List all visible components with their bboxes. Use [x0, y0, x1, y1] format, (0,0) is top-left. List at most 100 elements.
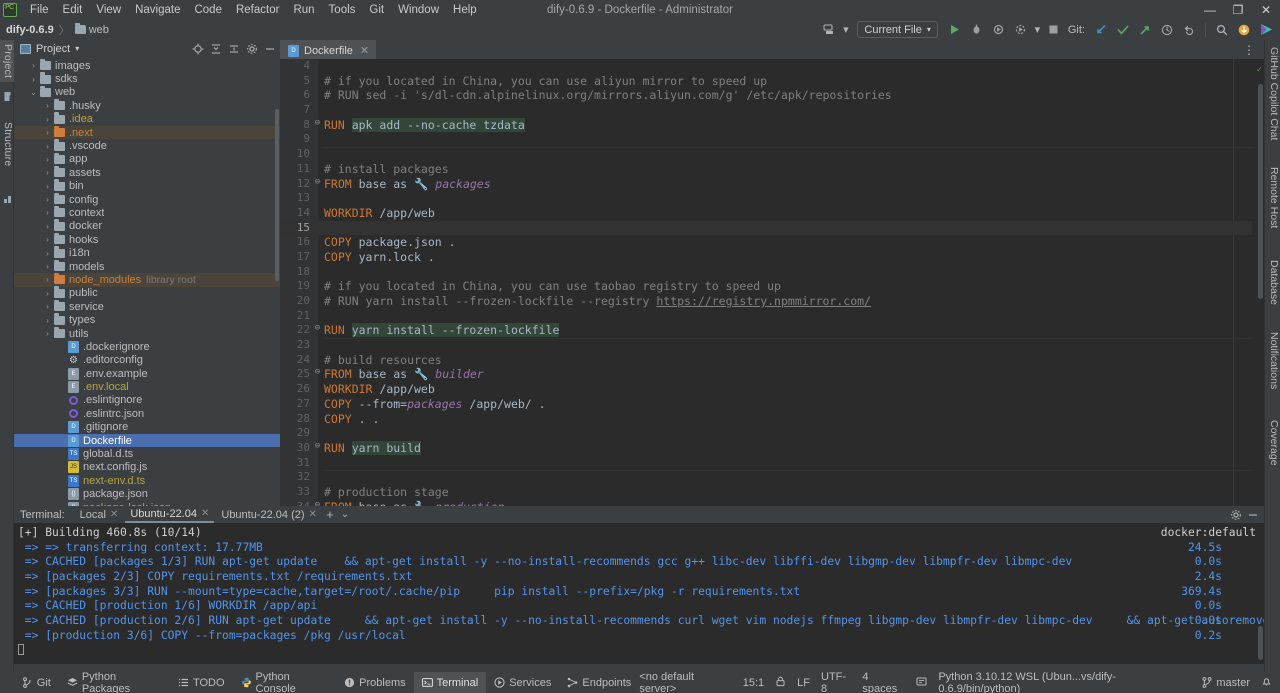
tree-item-next-config-js[interactable]: JS next.config.js	[14, 461, 280, 474]
tree-expand-arrow[interactable]: ›	[42, 302, 53, 311]
menu-item-git[interactable]: Git	[362, 2, 391, 18]
tree-expand-arrow[interactable]: ›	[42, 182, 53, 191]
close-terminal-tab-icon[interactable]: ✕	[201, 508, 209, 519]
tree-item-service[interactable]: › service	[14, 299, 280, 313]
close-button[interactable]: ✕	[1252, 0, 1280, 19]
tree-expand-arrow[interactable]: ›	[42, 115, 53, 124]
code-line[interactable]: 27 COPY --from=packages /app/web/ .	[280, 397, 1264, 412]
ai-assistant-icon[interactable]	[1256, 21, 1276, 39]
code-editor[interactable]: 4 5 # if you located in China, you can use…	[280, 59, 1264, 506]
fold-marker[interactable]: ⊖	[313, 323, 322, 333]
editor-tab-dockerfile[interactable]: D Dockerfile ✕	[280, 40, 377, 59]
tree-item--vscode[interactable]: › .vscode	[14, 139, 280, 152]
tree-item-types[interactable]: › types	[14, 313, 280, 326]
code-line[interactable]: 13	[280, 191, 1264, 206]
tree-expand-arrow[interactable]: ›	[28, 61, 39, 70]
tree-item-public[interactable]: › public	[14, 286, 280, 300]
device-dropdown-icon[interactable]: ▾	[841, 21, 850, 39]
breadcrumb-project[interactable]: dify-0.6.9	[6, 24, 54, 36]
tree-item--env-example[interactable]: E .env.example	[14, 367, 280, 380]
add-terminal-button[interactable]: +	[322, 507, 338, 523]
terminal-tab-ubuntu-22-04[interactable]: Ubuntu-22.04 ✕	[125, 507, 215, 523]
tree-item-assets[interactable]: › assets	[14, 165, 280, 179]
tool-button-python-packages[interactable]: Python Packages	[59, 671, 170, 693]
collapse-all-icon[interactable]	[207, 41, 224, 57]
fold-marker[interactable]: ⊖	[313, 441, 322, 451]
tree-expand-arrow[interactable]: ›	[42, 168, 53, 177]
menu-item-help[interactable]: Help	[446, 2, 484, 18]
tree-item-sdks[interactable]: › sdks	[14, 72, 280, 85]
tool-button-problems[interactable]: Problems	[336, 672, 413, 693]
code-line[interactable]: 30 ⊖ RUN yarn build	[280, 440, 1264, 456]
tree-expand-arrow[interactable]: ›	[42, 155, 53, 164]
menu-item-tools[interactable]: Tools	[322, 2, 363, 18]
debug-button[interactable]	[967, 21, 987, 39]
code-line[interactable]: 19 # if you located in China, you can use…	[280, 279, 1264, 294]
tree-expand-arrow[interactable]: ›	[28, 75, 39, 84]
fold-marker[interactable]: ⊖	[313, 177, 322, 187]
close-terminal-tab-icon[interactable]: ✕	[110, 509, 118, 520]
profile-button[interactable]	[1011, 21, 1031, 39]
git-branch-status[interactable]: master	[1202, 677, 1250, 689]
tool-button-services[interactable]: Services	[486, 672, 559, 693]
tool-tab-database[interactable]: Database	[1264, 255, 1280, 310]
maximize-button[interactable]: ❐	[1224, 0, 1252, 19]
code-line[interactable]: 21	[280, 309, 1264, 324]
tree-item-bin[interactable]: › bin	[14, 179, 280, 193]
tree-expand-arrow[interactable]: ›	[42, 275, 53, 284]
update-project-icon[interactable]	[1091, 21, 1111, 39]
tree-item--husky[interactable]: › .husky	[14, 98, 280, 112]
tree-item-package-json[interactable]: {} package.json	[14, 488, 280, 501]
menu-item-navigate[interactable]: Navigate	[128, 2, 187, 18]
tree-expand-arrow[interactable]: ›	[42, 262, 53, 271]
tree-item-config[interactable]: › config	[14, 192, 280, 206]
tool-tab-notifications[interactable]: Notifications	[1264, 327, 1280, 394]
code-line[interactable]: 31	[280, 456, 1264, 471]
code-line[interactable]: 32	[280, 470, 1264, 485]
device-manager-icon[interactable]	[819, 21, 839, 39]
tree-item-images[interactable]: › images	[14, 58, 280, 72]
menu-item-file[interactable]: File	[23, 2, 56, 18]
close-terminal-tab-icon[interactable]: ✕	[309, 509, 317, 520]
menu-item-refactor[interactable]: Refactor	[229, 2, 286, 18]
terminal-tabs-dropdown-icon[interactable]: ⌄	[338, 507, 352, 523]
code-line[interactable]: 8 ⊖ RUN apk add --no-cache tzdata	[280, 117, 1264, 133]
menu-item-window[interactable]: Window	[391, 2, 446, 18]
tree-expand-arrow[interactable]: ›	[42, 128, 53, 137]
tool-tab-structure[interactable]: Structure	[0, 118, 14, 170]
tree-expand-arrow[interactable]: ⌄	[28, 88, 39, 97]
menu-item-view[interactable]: View	[89, 2, 128, 18]
tree-item--next[interactable]: › .next	[14, 125, 280, 140]
tree-item-models[interactable]: › models	[14, 259, 280, 273]
code-line[interactable]: 14 WORKDIR /app/web	[280, 206, 1264, 221]
tool-button-todo[interactable]: TODO	[170, 672, 233, 693]
minimize-button[interactable]: —	[1196, 0, 1224, 19]
close-tab-icon[interactable]: ✕	[360, 44, 369, 57]
run-configuration-selector[interactable]: Current File ▾	[857, 21, 938, 38]
editor-options-icon[interactable]: ⋮	[1239, 43, 1260, 57]
code-line[interactable]: 11 # install packages	[280, 162, 1264, 177]
project-tree-scrollbar[interactable]	[275, 109, 279, 281]
code-line[interactable]: 17 COPY yarn.lock .	[280, 250, 1264, 265]
tree-item-web[interactable]: ⌄ web	[14, 85, 280, 99]
caret-position[interactable]: 15:1	[743, 677, 764, 689]
tree-item--eslintignore[interactable]: .eslintignore	[14, 394, 280, 407]
menu-item-run[interactable]: Run	[286, 2, 321, 18]
code-line[interactable]: 12 ⊖ FROM base as 🔧 packages	[280, 177, 1264, 192]
project-tree[interactable]: › images › sdks ⌄ web › .husky › .idea › .next › .vsc…	[14, 57, 280, 506]
project-panel-title[interactable]: Project ▾	[20, 43, 79, 55]
code-line[interactable]: 7	[280, 103, 1264, 118]
code-line[interactable]: 28 COPY . .	[280, 412, 1264, 427]
terminal-hide-icon[interactable]	[1244, 507, 1261, 523]
tree-expand-arrow[interactable]: ›	[42, 235, 53, 244]
tool-button-git[interactable]: Git	[14, 672, 59, 693]
code-line[interactable]: 5 # if you located in China, you can use …	[280, 74, 1264, 89]
tree-item-dockerfile[interactable]: D Dockerfile	[14, 433, 280, 448]
tree-item-app[interactable]: › app	[14, 152, 280, 166]
terminal-tab-local[interactable]: Local ✕	[75, 508, 124, 522]
tool-tab-coverage[interactable]: Coverage	[1264, 415, 1280, 471]
tool-button-endpoints[interactable]: Endpoints	[559, 672, 639, 693]
menu-item-edit[interactable]: Edit	[56, 2, 90, 18]
code-line[interactable]: 15	[280, 220, 1264, 236]
notifications-icon[interactable]	[1261, 676, 1272, 690]
